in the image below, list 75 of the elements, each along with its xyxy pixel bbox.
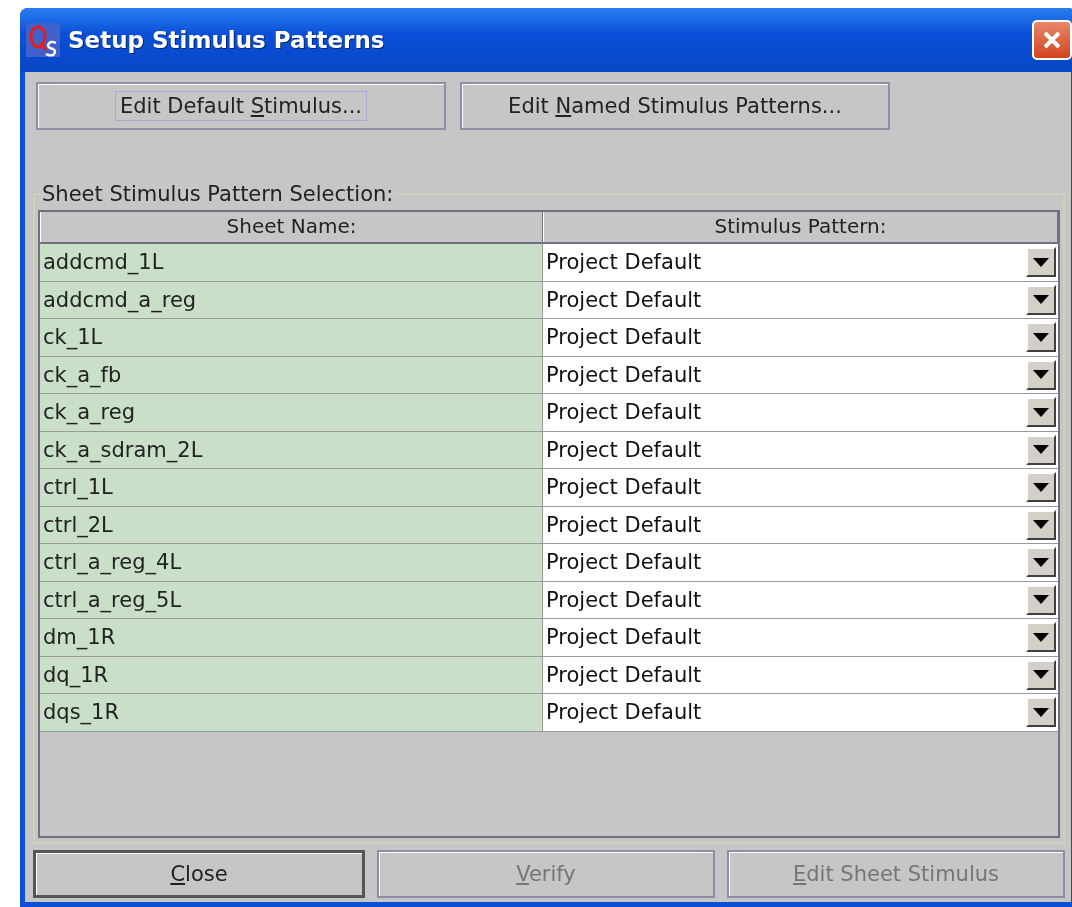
dropdown-arrow-button[interactable]	[1026, 284, 1056, 315]
dropdown-value: Project Default	[546, 587, 702, 612]
table-cell: ctrl_1L	[40, 469, 543, 506]
dropdown-value: Project Default	[546, 250, 702, 275]
dropdown-value: Project Default	[546, 400, 702, 425]
pattern-dropdown[interactable]: Project Default	[543, 244, 1058, 281]
dropdown-arrow-button[interactable]	[1026, 359, 1056, 390]
close-icon	[1041, 29, 1063, 51]
dropdown-value: Project Default	[546, 475, 702, 500]
pattern-dropdown[interactable]: Project Default	[543, 544, 1058, 581]
dropdown-arrow-button[interactable]	[1026, 622, 1056, 653]
pattern-dropdown[interactable]: Project Default	[543, 619, 1058, 656]
dropdown-arrow-button[interactable]	[1026, 509, 1056, 540]
group-title: Sheet Stimulus Pattern Selection:	[41, 182, 395, 206]
dropdown-value: Project Default	[546, 662, 702, 687]
dropdown-arrow-button[interactable]	[1026, 584, 1056, 615]
window-title: Setup Stimulus Patterns	[68, 27, 386, 53]
dropdown-value: Project Default	[546, 362, 702, 387]
close-button[interactable]	[1032, 20, 1072, 60]
dropdown-value: Project Default	[546, 550, 702, 575]
table-cell: ctrl_a_reg_4L	[40, 544, 543, 581]
dropdown-value: Project Default	[546, 325, 702, 350]
dropdown-arrow-button[interactable]	[1026, 697, 1056, 728]
dropdown-arrow-button[interactable]	[1026, 434, 1056, 465]
dialog-button[interactable]: Close	[33, 850, 365, 898]
caret-icon	[1033, 670, 1049, 680]
pattern-dropdown[interactable]: Project Default	[543, 394, 1058, 431]
pattern-dropdown[interactable]: Project Default	[543, 506, 1058, 543]
pattern-dropdown[interactable]: Project Default	[543, 694, 1058, 731]
table-cell: dqs_1R	[40, 694, 543, 731]
column-header[interactable]: Stimulus Pattern:	[543, 212, 1058, 242]
pattern-dropdown[interactable]: Project Default	[543, 469, 1058, 506]
table-cell: ck_a_fb	[40, 356, 543, 393]
table-cell: ck_1L	[40, 319, 543, 356]
dialog-button[interactable]: Edit Named Stimulus Patterns...	[460, 82, 890, 130]
pattern-dropdown[interactable]: Project Default	[543, 356, 1058, 393]
dropdown-arrow-button[interactable]	[1026, 397, 1056, 428]
caret-icon	[1033, 445, 1049, 455]
table-cell: dm_1R	[40, 619, 543, 656]
pattern-dropdown[interactable]: Project Default	[543, 656, 1058, 693]
dropdown-arrow-button[interactable]	[1026, 547, 1056, 578]
dialog-button[interactable]: Edit Default Stimulus...	[36, 82, 446, 130]
dropdown-arrow-button[interactable]	[1026, 247, 1056, 278]
app-logo-icon	[26, 23, 60, 57]
dropdown-value: Project Default	[546, 287, 702, 312]
table-cell: addcmd_a_reg	[40, 281, 543, 318]
caret-icon	[1033, 707, 1049, 717]
dropdown-value: Project Default	[546, 437, 702, 462]
caret-icon	[1033, 257, 1049, 267]
caret-icon	[1033, 557, 1049, 567]
caret-icon	[1033, 407, 1049, 417]
table-cell: ck_a_reg	[40, 394, 543, 431]
caret-icon	[1033, 520, 1049, 530]
table-cell: ck_a_sdram_2L	[40, 431, 543, 468]
caret-icon	[1033, 370, 1049, 380]
caret-icon	[1033, 632, 1049, 642]
pattern-dropdown[interactable]: Project Default	[543, 581, 1058, 618]
table-cell: addcmd_1L	[40, 244, 543, 281]
caret-icon	[1033, 595, 1049, 605]
caret-icon	[1033, 482, 1049, 492]
dropdown-arrow-button[interactable]	[1026, 659, 1056, 690]
dropdown-value: Project Default	[546, 625, 702, 650]
dropdown-value: Project Default	[546, 700, 702, 725]
pattern-dropdown[interactable]: Project Default	[543, 281, 1058, 318]
caret-icon	[1033, 332, 1049, 342]
column-header[interactable]: Sheet Name:	[40, 212, 543, 242]
dropdown-arrow-button[interactable]	[1026, 472, 1056, 503]
caret-icon	[1033, 295, 1049, 305]
table-cell: dq_1R	[40, 656, 543, 693]
table-cell: ctrl_2L	[40, 506, 543, 543]
pattern-dropdown[interactable]: Project Default	[543, 319, 1058, 356]
dropdown-arrow-button[interactable]	[1026, 322, 1056, 353]
table-cell: ctrl_a_reg_5L	[40, 581, 543, 618]
pattern-dropdown[interactable]: Project Default	[543, 431, 1058, 468]
dropdown-value: Project Default	[546, 512, 702, 537]
